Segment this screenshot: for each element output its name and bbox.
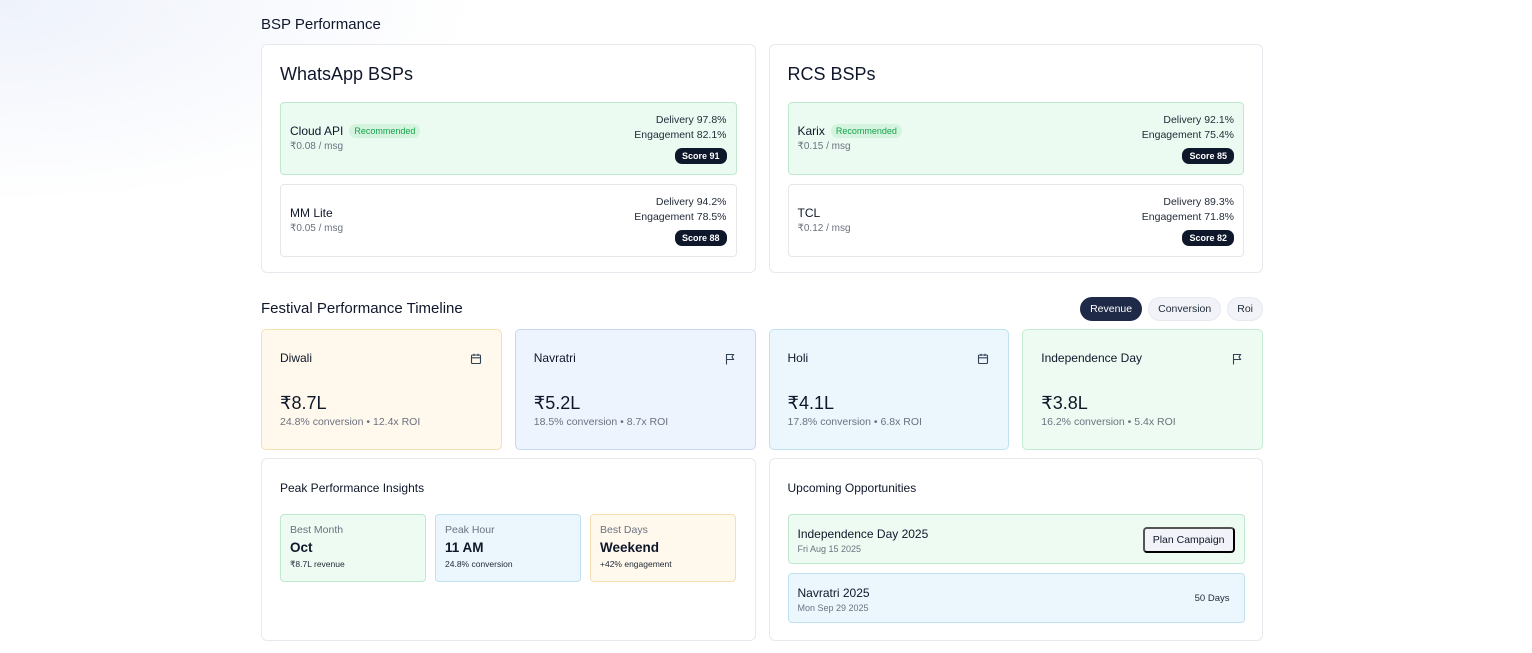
festival-revenue: ₹3.8L xyxy=(1041,393,1088,413)
bottom-panels: Peak Performance Insights Best Month Oct… xyxy=(261,458,1263,641)
insight-best-days: Best Days Weekend +42% engagement xyxy=(590,514,736,582)
bsp-panels: WhatsApp BSPs Cloud API Recommended ₹0.0… xyxy=(261,44,1263,273)
festival-stats: 17.8% conversion • 6.8x ROI xyxy=(787,416,922,428)
bsp-price: ₹0.08 / msg xyxy=(290,141,344,152)
insight-cards: Best Month Oct ₹8.7L revenue Peak Hour 1… xyxy=(280,514,736,582)
score-badge: Score 91 xyxy=(674,148,727,164)
bsp-price: ₹0.05 / msg xyxy=(290,223,344,234)
rcs-bsp-panel: RCS BSPs Karix Recommended ₹0.15 / msg D… xyxy=(768,44,1263,273)
score-badge: Score 82 xyxy=(1182,230,1234,246)
festival-card-independence-day[interactable]: Independence Day ₹3.8L 16.2% conversion … xyxy=(1022,329,1263,450)
bsp-name-row: MM Lite xyxy=(290,206,333,220)
whatsapp-bsp-panel: WhatsApp BSPs Cloud API Recommended ₹0.0… xyxy=(261,44,756,273)
engagement-rate: Engagement 78.5% xyxy=(634,211,727,223)
insight-detail: 24.8% conversion xyxy=(445,559,513,569)
insight-label: Best Days xyxy=(600,524,648,536)
opportunity-title: Navratri 2025 xyxy=(797,586,870,600)
festival-stats: 18.5% conversion • 8.7x ROI xyxy=(533,416,669,428)
peak-insights-panel: Peak Performance Insights Best Month Oct… xyxy=(261,458,756,641)
bsp-name: MM Lite xyxy=(290,206,333,220)
opportunity-navratri: Navratri 2025 Mon Sep 29 2025 50 Days xyxy=(787,573,1245,623)
toggle-conversion[interactable]: Conversion xyxy=(1148,297,1222,321)
bsp-item-cloud-api[interactable]: Cloud API Recommended ₹0.08 / msg Delive… xyxy=(280,102,737,175)
toggle-roi[interactable]: Roi xyxy=(1227,297,1263,321)
delivery-rate: Delivery 97.8% xyxy=(655,114,727,126)
engagement-rate: Engagement 82.1% xyxy=(634,129,727,141)
insight-best-month: Best Month Oct ₹8.7L revenue xyxy=(280,514,426,582)
festival-revenue: ₹4.1L xyxy=(787,393,835,413)
festival-revenue: ₹5.2L xyxy=(533,393,581,413)
bsp-price: ₹0.12 / msg xyxy=(797,223,851,234)
days-remaining: 50 Days xyxy=(1194,593,1230,604)
calendar-icon xyxy=(470,353,481,365)
bsp-price: ₹0.15 / msg xyxy=(797,141,851,152)
plan-campaign-button[interactable]: Plan Campaign xyxy=(1142,527,1235,553)
festival-stats: 24.8% conversion • 12.4x ROI xyxy=(280,416,421,428)
festival-cards: Diwali ₹8.7L 24.8% conversion • 12.4x RO… xyxy=(261,329,1263,450)
bsp-item-tcl[interactable]: TCL ₹0.12 / msg Delivery 89.3% Engagemen… xyxy=(787,184,1244,257)
festival-card-diwali[interactable]: Diwali ₹8.7L 24.8% conversion • 12.4x RO… xyxy=(261,329,502,450)
bsp-item-karix[interactable]: Karix Recommended ₹0.15 / msg Delivery 9… xyxy=(787,102,1244,175)
insight-value: 11 AM xyxy=(445,540,484,555)
engagement-rate: Engagement 75.4% xyxy=(1141,129,1234,141)
peak-insights-title: Peak Performance Insights xyxy=(280,481,425,495)
upcoming-opportunities-panel: Upcoming Opportunities Independence Day … xyxy=(768,458,1263,641)
opportunity-title: Independence Day 2025 xyxy=(797,527,929,541)
score-badge: Score 88 xyxy=(674,230,727,246)
delivery-rate: Delivery 89.3% xyxy=(1163,196,1234,208)
bsp-name: Karix xyxy=(797,124,825,138)
delivery-rate: Delivery 92.1% xyxy=(1163,114,1234,126)
metric-toggle-group: Revenue Conversion Roi xyxy=(1080,297,1263,321)
bsp-name: Cloud API xyxy=(290,124,344,138)
rcs-bsp-title: RCS BSPs xyxy=(787,64,876,84)
insight-peak-hour: Peak Hour 11 AM 24.8% conversion xyxy=(435,514,581,582)
recommended-badge: Recommended xyxy=(349,124,421,138)
insight-value: Weekend xyxy=(600,540,660,555)
bsp-metrics: Delivery 97.8% Engagement 82.1% xyxy=(634,113,726,143)
festival-name: Navratri xyxy=(533,351,576,365)
flag-icon xyxy=(1232,353,1242,365)
toggle-revenue[interactable]: Revenue xyxy=(1080,297,1143,321)
recommended-badge: Recommended xyxy=(830,124,902,138)
bsp-name-row: TCL xyxy=(798,206,821,220)
bsp-metrics: Delivery 92.1% Engagement 75.4% xyxy=(1142,113,1234,143)
festival-name: Holi xyxy=(787,351,809,365)
bsp-performance-title: BSP Performance xyxy=(261,16,381,33)
opportunity-independence-day: Independence Day 2025 Fri Aug 15 2025 Pl… xyxy=(787,514,1245,564)
opportunity-date: Mon Sep 29 2025 xyxy=(797,603,869,613)
insight-label: Peak Hour xyxy=(445,524,495,536)
insight-label: Best Month xyxy=(290,524,344,536)
delivery-rate: Delivery 94.2% xyxy=(655,196,727,208)
bsp-name-row: Karix Recommended xyxy=(798,124,902,138)
flag-icon xyxy=(725,353,734,365)
bsp-name: TCL xyxy=(797,206,821,220)
festival-timeline-title: Festival Performance Timeline xyxy=(261,300,463,317)
festival-stats: 16.2% conversion • 5.4x ROI xyxy=(1041,416,1176,428)
insight-detail: +42% engagement xyxy=(600,559,672,569)
score-badge: Score 85 xyxy=(1182,148,1234,164)
engagement-rate: Engagement 71.8% xyxy=(1141,211,1234,223)
bsp-metrics: Delivery 94.2% Engagement 78.5% xyxy=(634,195,726,225)
festival-card-holi[interactable]: Holi ₹4.1L 17.8% conversion • 6.8x ROI xyxy=(768,329,1010,450)
bsp-name-row: Cloud API Recommended xyxy=(290,124,421,138)
whatsapp-bsp-title: WhatsApp BSPs xyxy=(280,64,414,84)
bsp-item-mm-lite[interactable]: MM Lite ₹0.05 / msg Delivery 94.2% Engag… xyxy=(280,184,737,257)
insight-detail: ₹8.7L revenue xyxy=(290,559,345,569)
insight-value: Oct xyxy=(290,540,313,555)
opportunity-date: Fri Aug 15 2025 xyxy=(797,544,862,554)
festival-revenue: ₹8.7L xyxy=(280,393,327,413)
bsp-metrics: Delivery 89.3% Engagement 71.8% xyxy=(1142,195,1234,225)
upcoming-opportunities-title: Upcoming Opportunities xyxy=(787,481,917,495)
calendar-icon xyxy=(978,353,989,365)
festival-name: Diwali xyxy=(280,351,313,365)
festival-name: Independence Day xyxy=(1041,351,1142,365)
festival-card-navratri[interactable]: Navratri ₹5.2L 18.5% conversion • 8.7x R… xyxy=(514,329,756,450)
